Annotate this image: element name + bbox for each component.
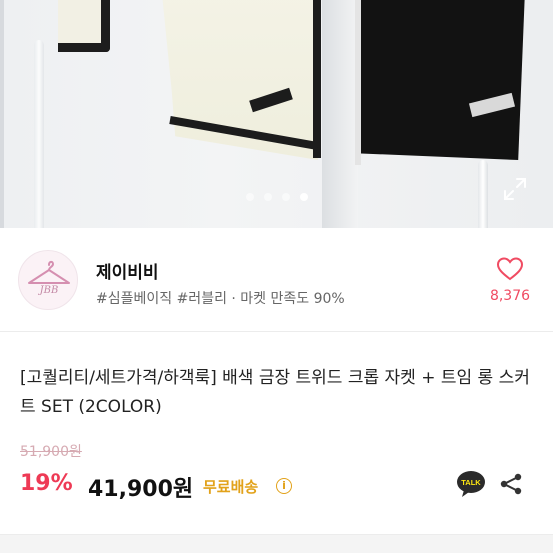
shop-logo[interactable]: JBB [18, 250, 78, 310]
cream-outfit-trim [313, 0, 321, 158]
gallery-dot[interactable] [263, 193, 272, 201]
jacket-hem [58, 0, 110, 52]
cream-outfit [161, 0, 318, 160]
expand-icon[interactable] [502, 176, 528, 202]
like-count: 8,376 [489, 288, 531, 304]
shop-info-row[interactable]: JBB 제이비비 #심플베이직 #러블리 · 마켓 만족도 90% 8,376 [0, 228, 553, 332]
shop-tags: #심플베이직 #러블리 · 마켓 만족도 90% [96, 291, 345, 307]
kakao-talk-label: TALK [461, 478, 481, 487]
kakao-talk-icon[interactable]: TALK [456, 469, 486, 499]
shop-logo-text: JBB [39, 285, 59, 296]
gallery-dot[interactable] [245, 193, 254, 201]
gallery-dot-active[interactable] [299, 193, 308, 201]
black-outfit [355, 0, 525, 160]
info-icon[interactable]: i [276, 478, 292, 494]
black-outfit-edge [355, 0, 361, 165]
shop-name[interactable]: 제이비비 [96, 258, 159, 283]
free-shipping-label: 무료배송 [203, 478, 259, 496]
sale-price: 41,900원 [88, 477, 194, 502]
product-title: [고퀄리티/세트가격/하객룩] 배색 금장 트위드 크롭 자켓 + 트임 롱 스… [20, 368, 530, 417]
original-price: 51,900원 [20, 444, 82, 460]
share-icon[interactable] [499, 472, 523, 496]
product-image-gallery[interactable] [0, 0, 553, 228]
section-divider [0, 534, 553, 553]
discount-rate: 19% [20, 471, 73, 496]
gallery-pagination [0, 193, 553, 201]
gallery-dot[interactable] [281, 193, 290, 201]
heart-icon[interactable] [496, 256, 524, 282]
